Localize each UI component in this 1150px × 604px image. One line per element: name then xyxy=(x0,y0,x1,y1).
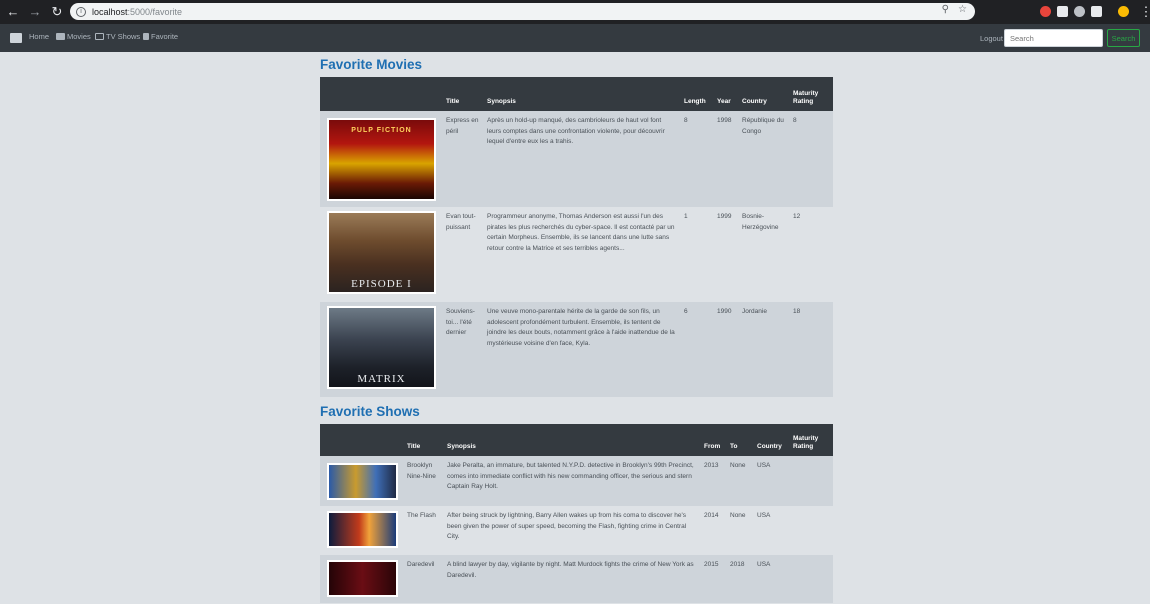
movie-title-cell: Express en péril xyxy=(442,111,483,207)
show-maturity-cell xyxy=(789,456,833,506)
table-row[interactable]: The Flash After being struck by lightnin… xyxy=(320,506,833,555)
synopsis-column-header: Synopsis xyxy=(443,424,700,456)
poster-column-header xyxy=(320,77,442,111)
logout-link[interactable]: Logout xyxy=(980,34,1003,43)
nav-movies-link[interactable]: Movies xyxy=(56,32,91,41)
address-bar[interactable]: i localhost:5000/favorite ⚲ ☆ xyxy=(70,3,975,20)
zoom-icon[interactable]: ⚲ xyxy=(942,4,949,15)
show-maturity-cell xyxy=(789,506,833,555)
maturity-rating-column-header: Maturity Rating xyxy=(789,424,833,456)
brand-icon[interactable] xyxy=(10,33,22,43)
movie-maturity-cell: 12 xyxy=(789,207,833,302)
favorite-shows-table: Title Synopsis From To Country Maturity … xyxy=(320,424,833,603)
show-to-cell: None xyxy=(726,506,753,555)
movie-title-cell: Evan tout-puissant xyxy=(442,207,483,302)
show-country-cell: USA xyxy=(753,456,789,506)
length-column-header: Length xyxy=(680,77,713,111)
movie-length-cell: 6 xyxy=(680,302,713,397)
reload-icon[interactable]: ↻ xyxy=(48,0,66,24)
movie-poster-image[interactable]: EPISODE I xyxy=(327,211,436,294)
tv-icon xyxy=(95,33,104,40)
show-poster-image[interactable] xyxy=(327,511,398,548)
favorite-shows-heading: Favorite Shows xyxy=(320,404,420,419)
movie-synopsis-cell: Programmeur anonyme, Thomas Anderson est… xyxy=(483,207,680,302)
table-row[interactable]: Daredevil A blind lawyer by day, vigilan… xyxy=(320,555,833,603)
title-column-header: Title xyxy=(442,77,483,111)
movie-poster-image[interactable]: MATRIX xyxy=(327,306,436,389)
extension-box-icon[interactable] xyxy=(1091,6,1102,17)
movie-length-cell: 8 xyxy=(680,111,713,207)
movie-country-cell: Jordanie xyxy=(738,302,789,397)
movie-length-cell: 1 xyxy=(680,207,713,302)
url-path: :5000/favorite xyxy=(127,6,183,17)
table-row[interactable]: Brooklyn Nine-Nine Jake Peralta, an imma… xyxy=(320,456,833,506)
show-poster-image[interactable] xyxy=(327,463,398,500)
show-maturity-cell xyxy=(789,555,833,603)
movie-maturity-cell: 8 xyxy=(789,111,833,207)
show-poster-image[interactable] xyxy=(327,560,398,597)
movie-year-cell: 1998 xyxy=(713,111,738,207)
bookmark-star-icon[interactable]: ☆ xyxy=(958,4,967,15)
poster-caption: EPISODE I xyxy=(351,277,412,290)
app-navbar: Home Movies TV Shows Favorite Logout Sea… xyxy=(0,24,1150,52)
show-from-cell: 2015 xyxy=(700,555,726,603)
show-synopsis-cell: Jake Peralta, an immature, but talented … xyxy=(443,456,700,506)
show-title-cell: Brooklyn Nine-Nine xyxy=(403,456,443,506)
to-column-header: To xyxy=(726,424,753,456)
favorite-movies-heading: Favorite Movies xyxy=(320,57,423,72)
nav-home-link[interactable]: Home xyxy=(29,32,49,41)
title-column-header: Title xyxy=(403,424,443,456)
show-title-cell: The Flash xyxy=(403,506,443,555)
forward-icon[interactable]: → xyxy=(26,0,44,24)
movie-year-cell: 1990 xyxy=(713,302,738,397)
year-column-header: Year xyxy=(713,77,738,111)
table-row[interactable]: PULP FICTION Express en péril Après un h… xyxy=(320,111,833,207)
table-row[interactable]: EPISODE I Evan tout-puissant Programmeur… xyxy=(320,207,833,302)
back-icon[interactable]: ← xyxy=(4,0,22,24)
profile-avatar-icon[interactable] xyxy=(1118,6,1129,17)
browser-menu-icon[interactable]: ⋮ xyxy=(1137,0,1150,24)
browser-toolbar: ← → ↻ i localhost:5000/favorite ⚲ ☆ ⋮ xyxy=(0,0,1150,24)
movie-poster-image[interactable]: PULP FICTION xyxy=(327,118,436,201)
table-row[interactable]: MATRIX Souviens-toi... l'été dernier Une… xyxy=(320,302,833,397)
main-content: Favorite Movies Title Synopsis Length Ye… xyxy=(320,52,833,603)
movie-title-cell: Souviens-toi... l'été dernier xyxy=(442,302,483,397)
info-icon[interactable]: i xyxy=(76,6,86,17)
show-from-cell: 2013 xyxy=(700,456,726,506)
poster-caption: MATRIX xyxy=(357,372,406,385)
from-column-header: From xyxy=(700,424,726,456)
country-column-header: Country xyxy=(738,77,789,111)
movie-maturity-cell: 18 xyxy=(789,302,833,397)
country-column-header: Country xyxy=(753,424,789,456)
show-country-cell: USA xyxy=(753,506,789,555)
show-synopsis-cell: After being struck by lightning, Barry A… xyxy=(443,506,700,555)
search-button[interactable]: Search xyxy=(1107,29,1140,47)
movie-country-cell: Bosnie-Herzégovine xyxy=(738,207,789,302)
show-country-cell: USA xyxy=(753,555,789,603)
extension-red-icon[interactable] xyxy=(1040,6,1051,17)
nav-tv-shows-link[interactable]: TV Shows xyxy=(95,32,140,41)
film-icon xyxy=(56,33,65,40)
poster-column-header xyxy=(320,424,403,456)
bookmark-icon xyxy=(143,33,149,40)
show-from-cell: 2014 xyxy=(700,506,726,555)
movie-synopsis-cell: Une veuve mono-parentale hérite de la ga… xyxy=(483,302,680,397)
show-to-cell: 2018 xyxy=(726,555,753,603)
movie-year-cell: 1999 xyxy=(713,207,738,302)
poster-caption: PULP FICTION xyxy=(351,127,412,134)
movie-synopsis-cell: Après un hold-up manqué, des cambrioleur… xyxy=(483,111,680,207)
movie-country-cell: République du Congo xyxy=(738,111,789,207)
synopsis-column-header: Synopsis xyxy=(483,77,680,111)
extension-gear-icon[interactable] xyxy=(1074,6,1085,17)
show-title-cell: Daredevil xyxy=(403,555,443,603)
show-to-cell: None xyxy=(726,456,753,506)
url-host: localhost xyxy=(92,6,128,17)
nav-favorite-link[interactable]: Favorite xyxy=(143,32,178,41)
extension-square-icon[interactable] xyxy=(1057,6,1068,17)
show-synopsis-cell: A blind lawyer by day, vigilante by nigh… xyxy=(443,555,700,603)
search-input[interactable] xyxy=(1004,29,1103,47)
maturity-rating-column-header: Maturity Rating xyxy=(789,77,833,111)
favorite-movies-table: Title Synopsis Length Year Country Matur… xyxy=(320,77,833,397)
